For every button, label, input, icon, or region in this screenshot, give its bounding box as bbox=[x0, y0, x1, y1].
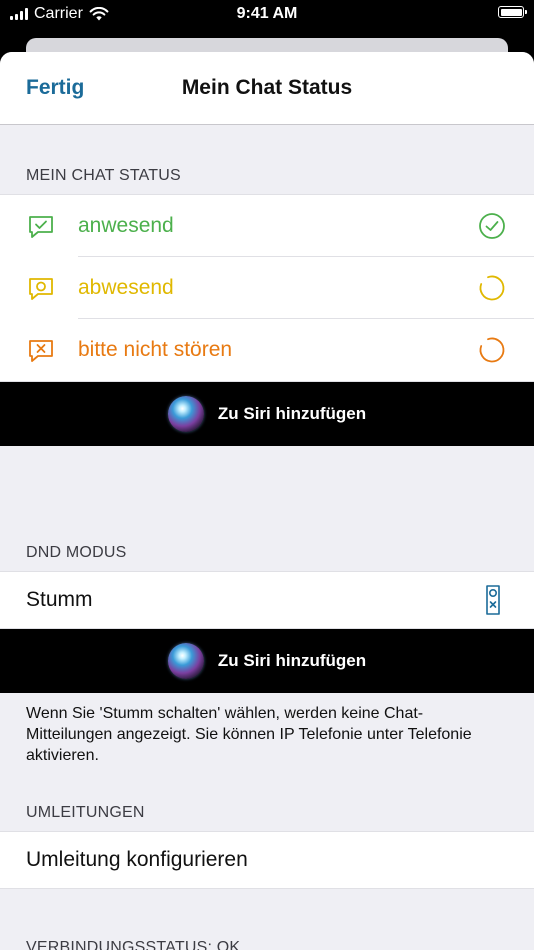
section-header-chat-status: MEIN CHAT STATUS bbox=[26, 167, 181, 184]
status-row-do-not-disturb[interactable]: bitte nicht stören bbox=[0, 319, 534, 381]
status-time: 9:41 AM bbox=[236, 5, 298, 22]
status-label-dnd: bitte nicht stören bbox=[78, 338, 233, 361]
dnd-footer-text: Wenn Sie 'Stumm schalten' wählen, werden… bbox=[26, 705, 472, 764]
section-header-connection: VERBINDUNGSSTATUS: OK bbox=[26, 939, 241, 950]
configure-forwarding-label: Umleitung konfigurieren bbox=[26, 848, 248, 871]
section-header-forwarding: UMLEITUNGEN bbox=[26, 804, 145, 821]
dnd-list: Stumm bbox=[0, 571, 534, 629]
mute-label: Stumm bbox=[26, 588, 93, 611]
chat-bubble-away-icon bbox=[29, 278, 53, 300]
chat-bubble-check-icon bbox=[29, 216, 53, 238]
chat-status-list: anwesend abwesend bitte nicht stören bbox=[0, 194, 534, 382]
page-title: Mein Chat Status bbox=[181, 76, 353, 99]
checkmark-circle-icon bbox=[479, 213, 505, 239]
unselected-circle-icon bbox=[479, 337, 505, 363]
modal-sheet: Fertig Mein Chat Status MEIN CHAT STATUS… bbox=[0, 52, 534, 950]
mute-row[interactable]: Stumm bbox=[0, 572, 534, 628]
add-to-siri-label: Zu Siri hinzufügen bbox=[217, 651, 367, 670]
forwarding-list: Umleitung konfigurieren bbox=[0, 831, 534, 889]
add-to-siri-button[interactable]: Zu Siri hinzufügen bbox=[0, 382, 534, 446]
status-label-away: abwesend bbox=[78, 276, 174, 299]
status-row-away[interactable]: abwesend bbox=[0, 257, 534, 319]
status-bar: Carrier 9:41 AM bbox=[0, 0, 534, 30]
navigation-bar: Fertig Mein Chat Status bbox=[0, 52, 534, 125]
add-to-siri-label: Zu Siri hinzufügen bbox=[217, 404, 367, 423]
siri-icon bbox=[167, 643, 204, 679]
door-hanger-icon bbox=[486, 585, 500, 615]
section-header-dnd: DND MODUS bbox=[26, 544, 127, 561]
status-label-present: anwesend bbox=[78, 214, 174, 237]
chat-bubble-dnd-icon bbox=[29, 340, 53, 362]
configure-forwarding-row[interactable]: Umleitung konfigurieren bbox=[0, 832, 534, 888]
status-row-present[interactable]: anwesend bbox=[0, 195, 534, 257]
siri-icon bbox=[167, 396, 204, 432]
battery-icon bbox=[498, 6, 527, 18]
unselected-circle-icon bbox=[479, 275, 505, 301]
add-to-siri-button[interactable]: Zu Siri hinzufügen bbox=[0, 629, 534, 693]
